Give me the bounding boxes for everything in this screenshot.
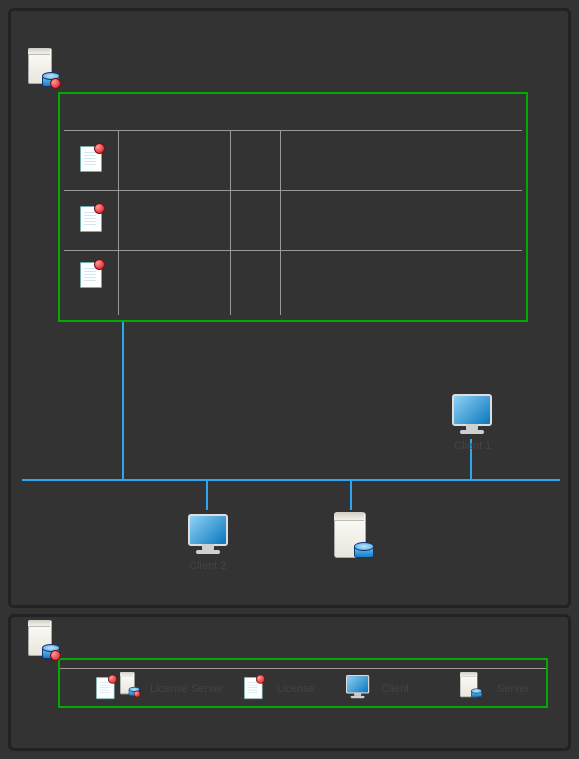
legend-license-label: License: [277, 683, 315, 695]
grid-hline: [64, 130, 522, 131]
license-icon: [244, 677, 263, 699]
legend-client-label: Client: [381, 683, 409, 695]
network-bus: [22, 479, 560, 481]
license-icon: [96, 677, 115, 699]
license-icon: [80, 262, 102, 288]
network-drop: [122, 322, 124, 479]
license-table-box: [58, 92, 528, 322]
grid-vline: [280, 130, 281, 315]
license-icon: [80, 206, 102, 232]
diagram: Client 1 Client 2 License Server License…: [0, 0, 579, 759]
license-icon: [80, 146, 102, 172]
client2-label: Client 2: [189, 560, 226, 572]
grid-vline: [118, 130, 119, 315]
legend-divider: [60, 668, 546, 669]
grid-vline: [230, 130, 231, 315]
legend-license-server-label: License Server: [150, 683, 223, 695]
network-drop: [206, 481, 208, 510]
legend-server-label: Server: [497, 683, 529, 695]
network-drop: [350, 481, 352, 510]
client1-label: Client 1: [454, 440, 491, 452]
grid-hline: [64, 250, 522, 251]
grid-hline: [64, 190, 522, 191]
